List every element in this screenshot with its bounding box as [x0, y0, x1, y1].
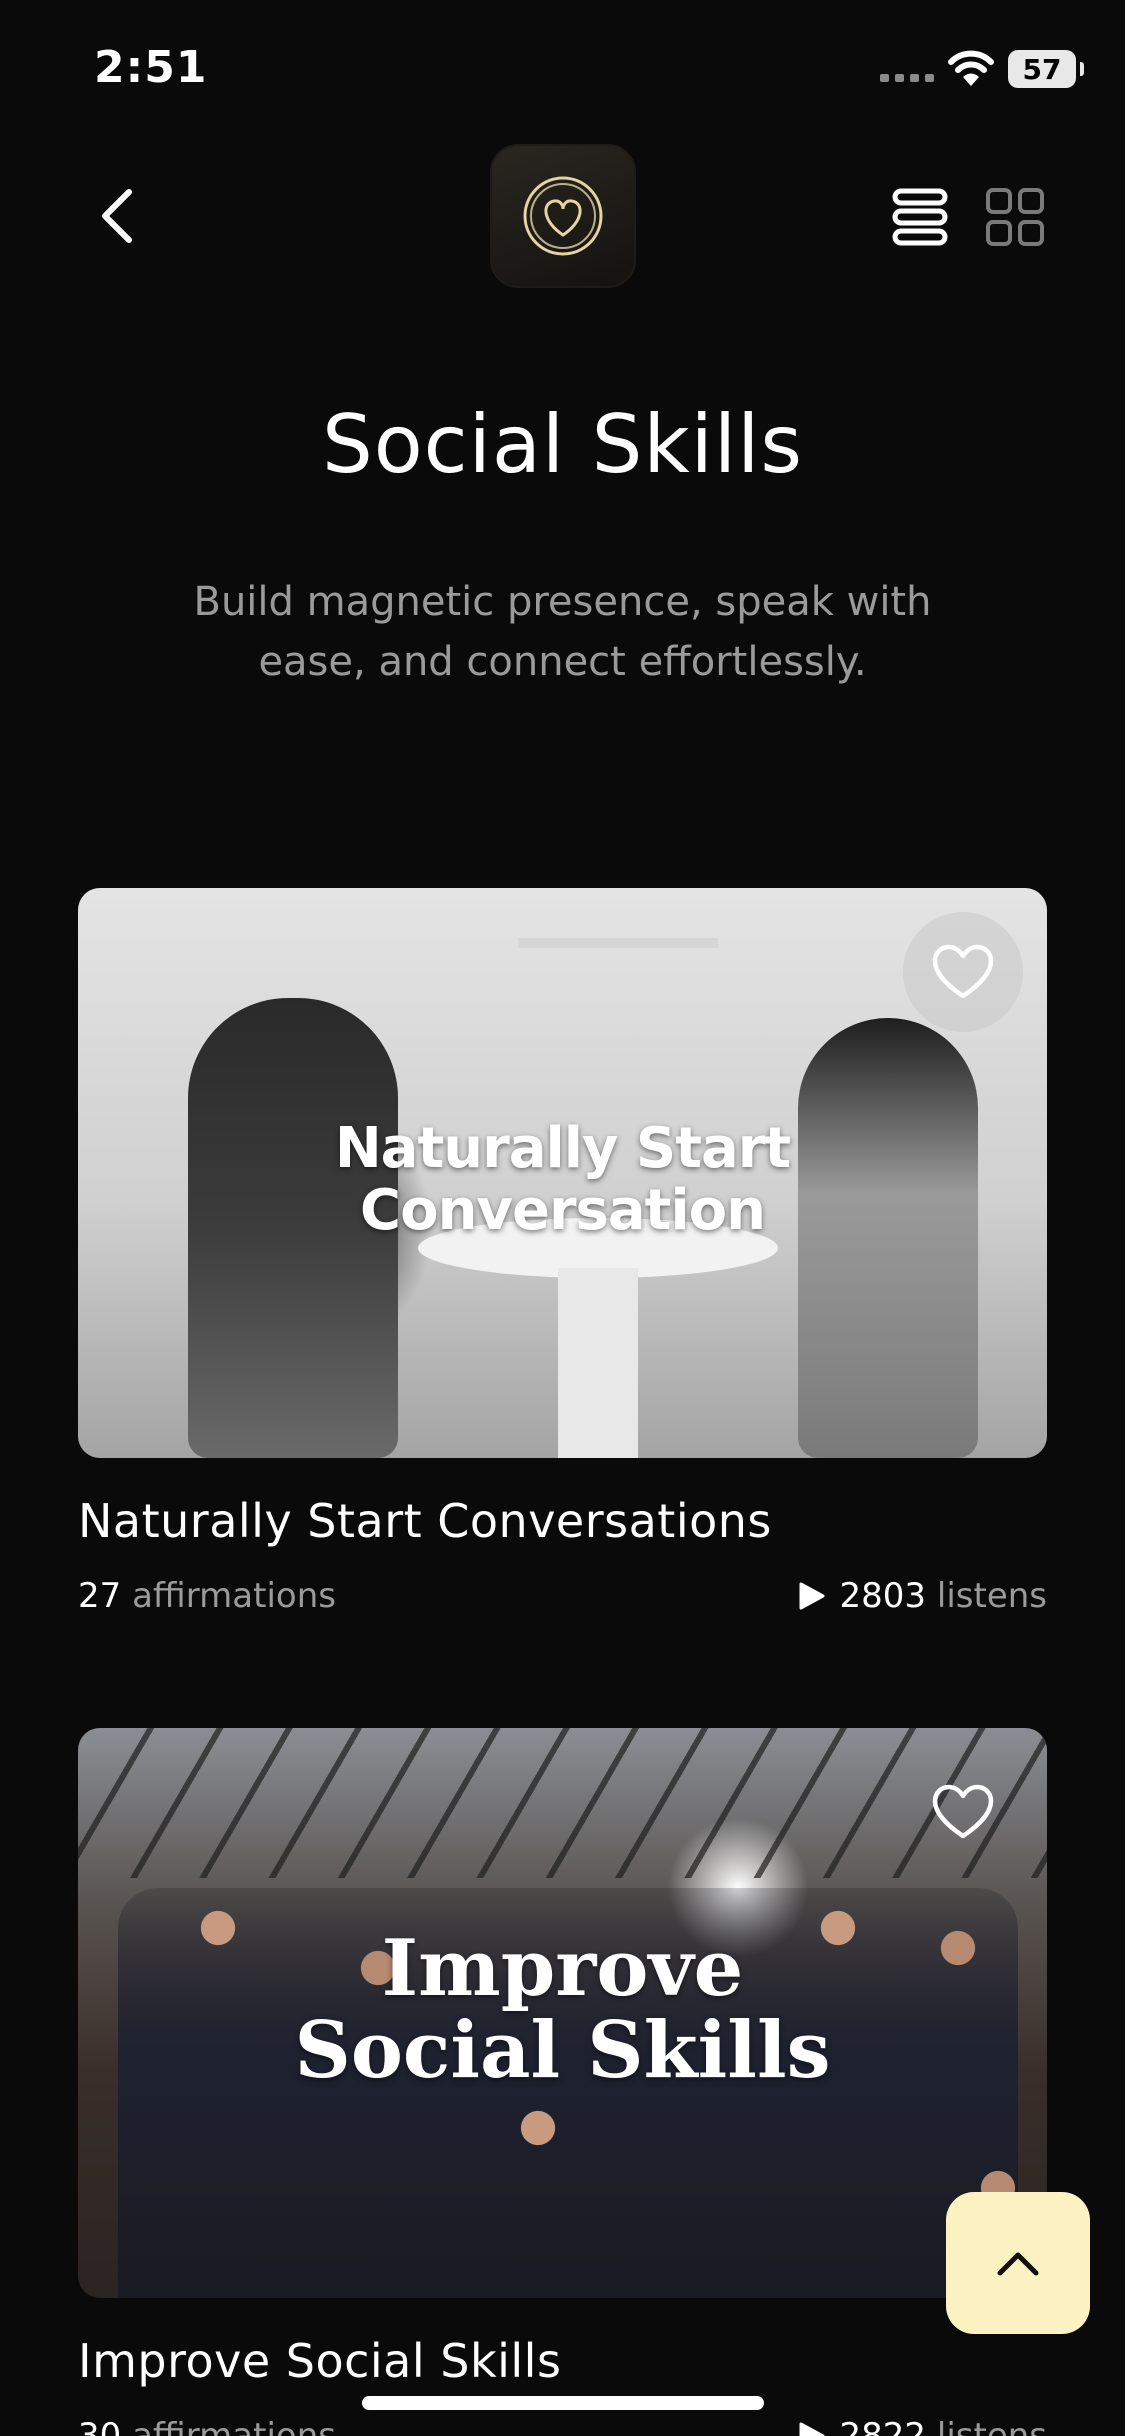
card-title: Improve Social Skills	[78, 2334, 562, 2388]
chevron-left-icon	[102, 189, 132, 243]
affirmations-count: 30 affirmations	[78, 2416, 336, 2436]
status-bar: 2:51 57	[0, 0, 1125, 140]
page-subtitle: Build magnetic presence, speak with ease…	[193, 579, 932, 685]
affirmations-count: 27 affirmations	[78, 1576, 336, 1616]
wifi-icon	[948, 48, 994, 88]
grid-view-button[interactable]	[984, 186, 1046, 248]
favorite-button[interactable]	[903, 912, 1023, 1032]
scroll-to-top-button[interactable]	[946, 2192, 1090, 2334]
app-logo	[490, 144, 636, 288]
home-indicator[interactable]	[362, 2396, 764, 2410]
card-meta: 27 affirmations 2803 listens	[78, 1576, 1047, 1616]
page-title: Social Skills	[321, 398, 804, 491]
cover-text: Improve Social Skills	[294, 1923, 831, 2096]
play-icon	[799, 1582, 825, 1610]
collection-card[interactable]: Naturally Start Conversation Naturally S…	[78, 888, 1047, 1616]
heart-icon	[932, 944, 994, 999]
card-meta: 30 affirmations 2822 listens	[78, 2416, 1047, 2436]
heart-swirl-logo-icon	[523, 176, 603, 256]
card-cover-image[interactable]: Improve Social Skills	[78, 1728, 1047, 2298]
heart-icon	[932, 1784, 994, 1839]
list-view-icon	[892, 188, 948, 246]
status-time: 2:51	[94, 42, 208, 93]
card-title: Naturally Start Conversations	[78, 1494, 772, 1548]
battery-indicator: 57	[1008, 50, 1084, 88]
card-cover-image[interactable]: Naturally Start Conversation	[78, 888, 1047, 1458]
chevron-up-icon	[997, 2252, 1039, 2276]
play-icon	[799, 2422, 825, 2436]
favorite-button[interactable]	[903, 1752, 1023, 1872]
listens-count: 2822 listens	[798, 2416, 1047, 2436]
cellular-signal-icon	[880, 74, 934, 82]
list-view-button[interactable]	[890, 186, 950, 248]
collection-card[interactable]: Improve Social Skills Improve Social Ski…	[78, 1728, 1047, 2436]
cover-text: Naturally Start Conversation	[334, 1116, 791, 1243]
grid-view-icon	[986, 188, 1044, 246]
listens-count: 2803 listens	[798, 1576, 1047, 1616]
back-button[interactable]	[82, 172, 152, 260]
